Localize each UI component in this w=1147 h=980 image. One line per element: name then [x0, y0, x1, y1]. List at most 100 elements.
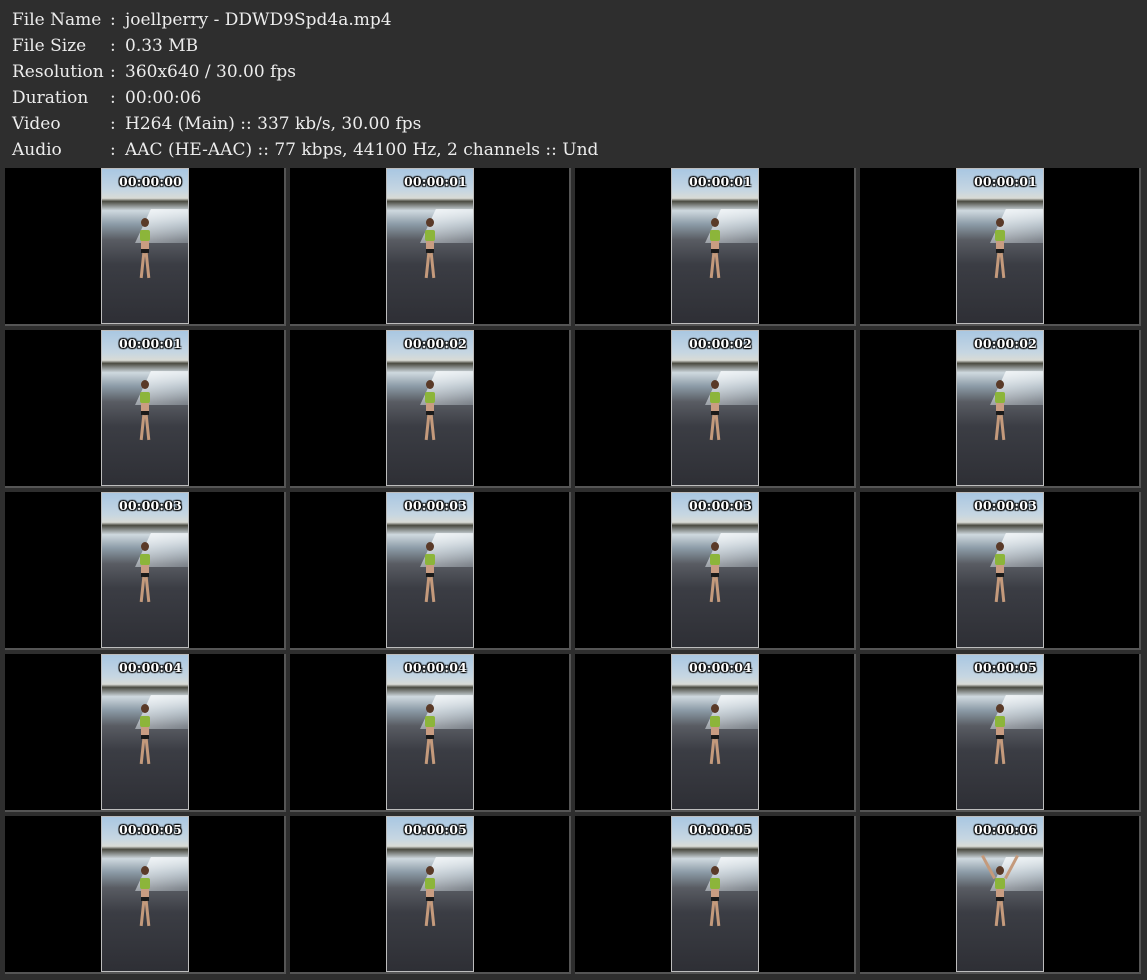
person-figure — [423, 218, 437, 280]
frame-timestamp: 00:00:05 — [403, 822, 467, 837]
video-frame-thumbnail: 00:00:02 — [956, 330, 1044, 486]
thumbnail-cell: 00:00:01 — [575, 168, 856, 326]
info-separator: : — [110, 36, 116, 56]
frame-timestamp: 00:00:04 — [688, 660, 752, 675]
info-row-audio: Audio : AAC (HE-AAC) :: 77 kbps, 44100 H… — [12, 137, 598, 163]
video-frame-thumbnail: 00:00:04 — [386, 654, 474, 810]
thumbnail-cell: 00:00:02 — [290, 330, 571, 488]
person-figure — [423, 866, 437, 928]
thumbnail-cell: 00:00:04 — [575, 654, 856, 812]
frame-timestamp: 00:00:01 — [688, 174, 752, 189]
person-figure — [993, 542, 1007, 604]
video-frame-thumbnail: 00:00:05 — [956, 654, 1044, 810]
video-frame-thumbnail: 00:00:05 — [386, 816, 474, 972]
frame-timestamp: 00:00:02 — [403, 336, 467, 351]
info-value: 00:00:06 — [125, 88, 202, 108]
thumbnail-cell: 00:00:04 — [5, 654, 286, 812]
video-frame-thumbnail: 00:00:03 — [386, 492, 474, 648]
person-figure — [708, 218, 722, 280]
frame-timestamp: 00:00:01 — [973, 174, 1037, 189]
thumbnail-cell: 00:00:05 — [5, 816, 286, 974]
thumbnail-cell: 00:00:03 — [290, 492, 571, 650]
person-figure — [993, 218, 1007, 280]
video-frame-thumbnail: 00:00:04 — [671, 654, 759, 810]
thumbnail-cell: 00:00:05 — [290, 816, 571, 974]
person-figure — [138, 218, 152, 280]
info-label: Video — [12, 114, 61, 134]
frame-timestamp: 00:00:00 — [118, 174, 182, 189]
person-figure — [138, 866, 152, 928]
info-separator: : — [110, 114, 116, 134]
frame-timestamp: 00:00:05 — [688, 822, 752, 837]
info-row-resolution: Resolution : 360x640 / 30.00 fps — [12, 59, 598, 85]
video-frame-thumbnail: 00:00:05 — [101, 816, 189, 972]
video-frame-thumbnail: 00:00:02 — [671, 330, 759, 486]
info-separator: : — [110, 140, 116, 160]
frame-timestamp: 00:00:01 — [403, 174, 467, 189]
person-figure — [138, 380, 152, 442]
person-figure — [423, 704, 437, 766]
frame-timestamp: 00:00:04 — [118, 660, 182, 675]
video-frame-thumbnail: 00:00:01 — [386, 168, 474, 324]
person-figure — [423, 542, 437, 604]
frame-timestamp: 00:00:03 — [973, 498, 1037, 513]
person-figure — [423, 380, 437, 442]
person-figure — [708, 704, 722, 766]
info-value: joellperry - DDWD9Spd4a.mp4 — [125, 10, 392, 30]
thumbnail-cell: 00:00:03 — [575, 492, 856, 650]
video-frame-thumbnail: 00:00:06 — [956, 816, 1044, 972]
frame-timestamp: 00:00:05 — [973, 660, 1037, 675]
thumbnail-cell: 00:00:00 — [5, 168, 286, 326]
thumbnail-cell: 00:00:04 — [290, 654, 571, 812]
info-row-video: Video : H264 (Main) :: 337 kb/s, 30.00 f… — [12, 111, 598, 137]
thumbnail-cell: 00:00:05 — [575, 816, 856, 974]
frame-timestamp: 00:00:03 — [688, 498, 752, 513]
info-value: H264 (Main) :: 337 kb/s, 30.00 fps — [125, 114, 422, 134]
person-figure — [708, 542, 722, 604]
video-frame-thumbnail: 00:00:03 — [956, 492, 1044, 648]
thumbnail-cell: 00:00:01 — [5, 330, 286, 488]
person-figure — [993, 704, 1007, 766]
thumbnail-cell: 00:00:02 — [860, 330, 1141, 488]
thumbnail-cell: 00:00:06 — [860, 816, 1141, 974]
person-figure — [138, 704, 152, 766]
person-figure — [993, 380, 1007, 442]
info-row-file-size: File Size : 0.33 MB — [12, 33, 598, 59]
frame-timestamp: 00:00:03 — [403, 498, 467, 513]
thumbnail-cell: 00:00:01 — [860, 168, 1141, 326]
thumbnail-cell: 00:00:03 — [5, 492, 286, 650]
info-value: AAC (HE-AAC) :: 77 kbps, 44100 Hz, 2 cha… — [125, 140, 599, 160]
video-frame-thumbnail: 00:00:03 — [101, 492, 189, 648]
frame-timestamp: 00:00:05 — [118, 822, 182, 837]
person-figure — [708, 866, 722, 928]
video-frame-thumbnail: 00:00:02 — [386, 330, 474, 486]
info-label: Duration — [12, 88, 89, 108]
info-separator: : — [110, 10, 116, 30]
frame-timestamp: 00:00:06 — [973, 822, 1037, 837]
info-value: 0.33 MB — [125, 36, 199, 56]
info-separator: : — [110, 62, 116, 82]
frame-timestamp: 00:00:02 — [688, 336, 752, 351]
frame-timestamp: 00:00:01 — [118, 336, 182, 351]
video-frame-thumbnail: 00:00:04 — [101, 654, 189, 810]
info-label: Resolution — [12, 62, 104, 82]
video-frame-thumbnail: 00:00:05 — [671, 816, 759, 972]
video-frame-thumbnail: 00:00:01 — [956, 168, 1044, 324]
info-value: 360x640 / 30.00 fps — [125, 62, 296, 82]
frame-timestamp: 00:00:04 — [403, 660, 467, 675]
info-label: Audio — [12, 140, 62, 160]
info-row-duration: Duration : 00:00:06 — [12, 85, 598, 111]
media-info-panel: File Name : joellperry - DDWD9Spd4a.mp4 … — [12, 7, 598, 163]
info-label: File Size — [12, 36, 87, 56]
thumbnail-grid: 00:00:00 00:00:01 00:00:01 00:00:01 00:00:01… — [5, 168, 1142, 978]
frame-timestamp: 00:00:03 — [118, 498, 182, 513]
info-label: File Name — [12, 10, 102, 30]
info-separator: : — [110, 88, 116, 108]
frame-timestamp: 00:00:02 — [973, 336, 1037, 351]
person-figure — [138, 542, 152, 604]
thumbnail-cell: 00:00:05 — [860, 654, 1141, 812]
thumbnail-cell: 00:00:01 — [290, 168, 571, 326]
thumbnail-cell: 00:00:03 — [860, 492, 1141, 650]
video-frame-thumbnail: 00:00:01 — [671, 168, 759, 324]
video-frame-thumbnail: 00:00:01 — [101, 330, 189, 486]
